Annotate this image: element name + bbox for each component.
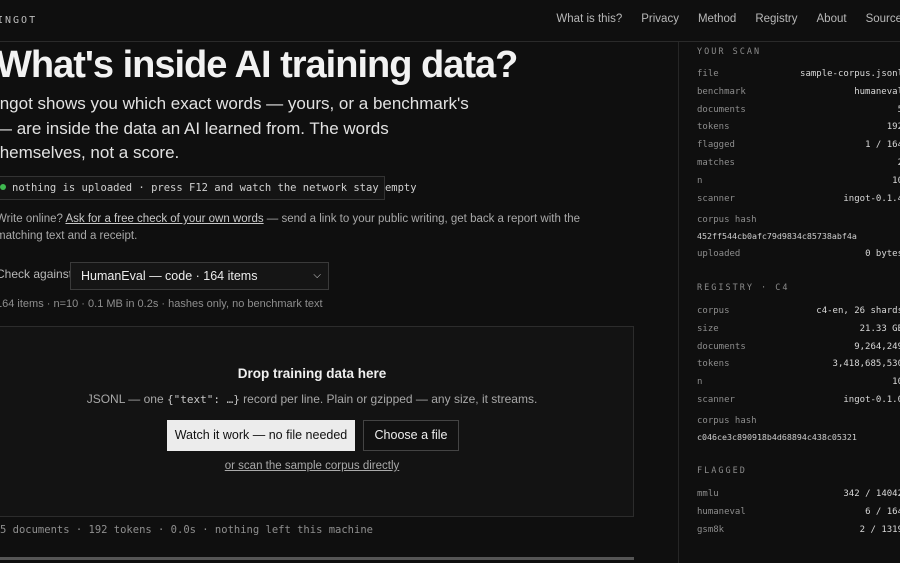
scan-hash-value: 452ff544cb0afc79d9834c85738abf4a [697,231,857,241]
row-key: uploaded [697,249,741,259]
row-value: ingot-0.1.4 [843,193,900,204]
sidebar: YOUR SCAN file sample-corpus.jsonl benchma… [678,42,900,563]
registry-row: documents 9,264,249 [697,342,900,354]
row-key: humaneval [697,506,746,517]
row-key: mmlu [697,489,719,499]
chevron-down-icon: ⌵ [313,270,321,281]
registry-row: tokens 3,418,685,530 [697,359,900,371]
row-key: gsm8k [697,524,725,535]
write-online-prefix: Write online? [0,213,66,225]
row-value: ingot-0.1.0 [843,395,900,405]
nav-link-privacy[interactable]: Privacy [641,13,679,25]
nav-link-about[interactable]: About [817,13,847,25]
row-value: 192 [886,122,900,133]
scan-sample-link[interactable]: or scan the sample corpus directly [0,460,633,472]
registry-hash-label: corpus hash [697,416,757,426]
nav-link-registry[interactable]: Registry [755,13,797,25]
scan-hash-label: corpus hash [697,215,757,225]
main-content: What's inside AI training data? Ingot sh… [0,42,678,563]
scan-summary: 5 documents · 192 tokens · 0.0s · nothin… [0,524,373,536]
row-key: flagged [697,140,735,151]
registry-hash-value: c046ce3c890918b4d68894c438c05321 [697,432,857,442]
row-key: benchmark [697,86,746,97]
row-key: tokens [697,359,730,370]
drop-zone[interactable]: Drop training data here JSONL — one {"te… [0,326,634,517]
row-value: 3,418,685,530 [832,359,900,370]
registry-row: corpus c4-en, 26 shards [697,306,900,318]
hero-lede: Ingot shows you which exact words — your… [0,94,469,162]
nav-link-method[interactable]: Method [698,13,736,25]
row-key: scanner [697,193,735,204]
nav-link-source[interactable]: Source [866,13,900,25]
row-key: scanner [697,395,735,405]
row-value: 6 / 164 [865,506,900,517]
scan-row: matches2 [697,158,900,170]
registry-row: n 10 [697,377,900,389]
nav-link-what-is-this[interactable]: What is this? [556,13,622,25]
scan-row: documents5 [697,105,900,117]
top-nav: What is this? Privacy Method Registry Ab… [556,13,900,25]
registry-row: scanner ingot-0.1.0 [697,395,900,407]
top-bar: INGOT What is this? Privacy Method Regis… [0,0,900,42]
scan-row: benchmark humaneval [697,87,900,99]
flagged-row: mmlu 342 / 14042 [697,489,900,501]
scan-row-uploaded: uploaded 0 bytes [697,249,900,261]
flagged-row: gsm8k 2 / 1319 [697,525,900,537]
row-key: documents [697,104,746,115]
row-value: humaneval [854,86,900,97]
row-value: 10 [892,377,900,388]
row-key: size [697,323,719,334]
progress-bar [0,557,634,560]
scan-row: tokens 192 [697,122,900,134]
drop-sub-prefix: JSONL — one [86,392,167,406]
scan-row: scanner ingot-0.1.4 [697,194,900,206]
row-key: documents [697,341,746,352]
your-scan-title: YOUR SCAN [697,47,762,57]
check-against-label: Check against [0,267,73,281]
write-online-note: Write online? Ask for a free check of yo… [0,211,626,245]
row-value: 0 bytes [865,249,900,259]
benchmark-select-value: HumanEval — code · 164 items [81,269,258,283]
benchmark-stats: 164 items · n=10 · 0.1 MB in 0.2s · hash… [0,298,323,310]
drop-sub-code: {"text": …} [166,393,240,406]
row-value: 9,264,249 [854,341,900,352]
flagged-title: FLAGGED [697,466,747,476]
page-title: What's inside AI training data? [0,44,518,86]
logo[interactable]: INGOT [0,15,37,26]
row-key: n [697,377,703,388]
row-value: 10 [892,175,900,186]
registry-title: REGISTRY · C4 [697,283,790,293]
row-value: 2 / 1319 [859,524,900,535]
row-value: 21.33 GB [859,323,900,334]
row-key: n [697,175,703,186]
flagged-row: humaneval 6 / 164 [697,507,900,519]
drop-zone-subtitle: JSONL — one {"text": …} record per line.… [0,392,633,406]
privacy-note: nothing is uploaded · press F12 and watc… [0,176,417,200]
row-key: matches [697,158,735,168]
privacy-note-text: nothing is uploaded · press F12 and watc… [12,182,417,194]
drop-zone-title: Drop training data here [237,366,387,381]
row-key: file [697,69,719,79]
row-key: corpus [697,306,730,316]
row-value: sample-corpus.jsonl [800,69,900,79]
watch-demo-button[interactable]: Watch it work — no file needed [167,420,355,451]
scan-row: file sample-corpus.jsonl [697,69,900,81]
choose-file-button[interactable]: Choose a file [363,420,459,451]
row-value: 1 / 164 [865,140,900,151]
scan-row: flagged 1 / 164 [697,140,900,152]
benchmark-select[interactable]: HumanEval — code · 164 items ⌵ [70,262,329,290]
row-value: c4-en, 26 shards [816,306,900,316]
row-key: tokens [697,122,730,133]
row-value: 342 / 14042 [843,489,900,499]
free-check-link[interactable]: Ask for a free check of your own words [65,213,263,225]
drop-sub-suffix: record per line. Plain or gzipped — any … [239,392,538,406]
scan-row: n 10 [697,176,900,188]
status-dot-icon [0,184,6,190]
registry-row: size 21.33 GB [697,324,900,336]
